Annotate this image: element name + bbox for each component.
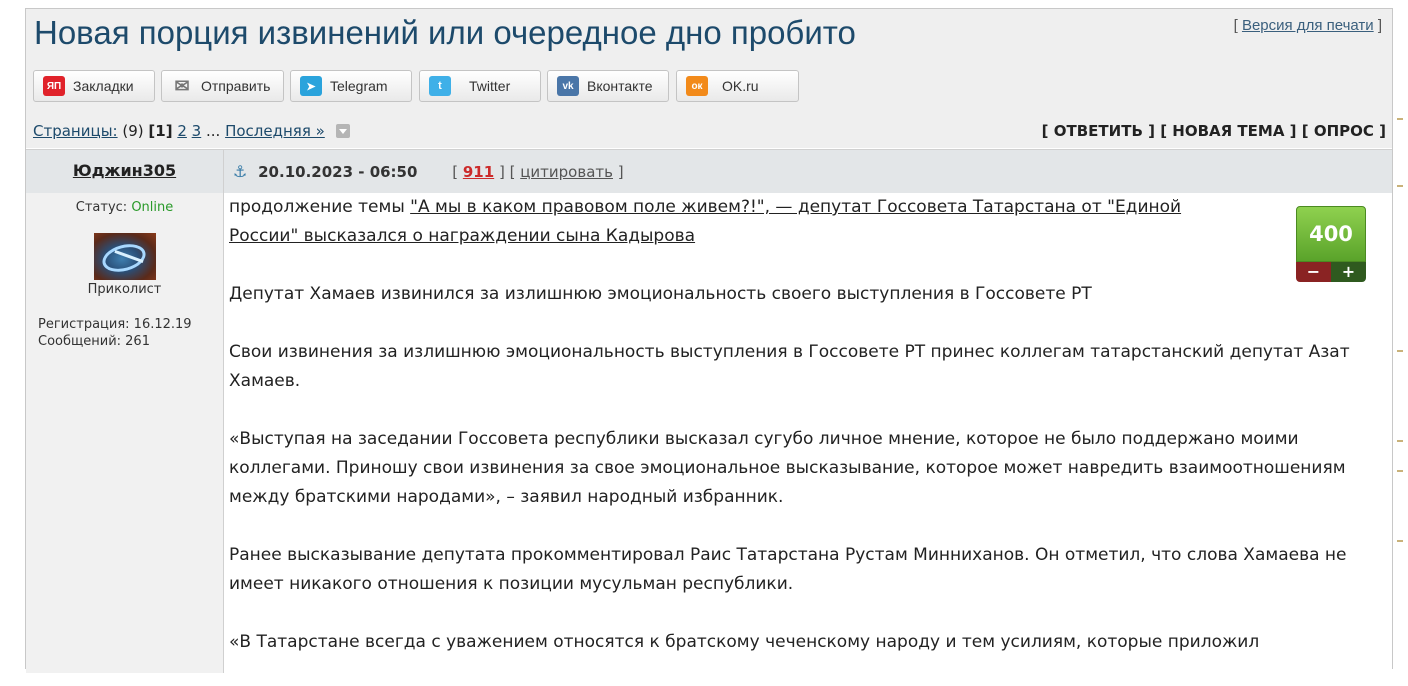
share-toolbar: ЯП Закладки ✉ Отправить ➤ Telegram t Twi… bbox=[26, 64, 1392, 121]
post-paragraph: «Выступая на заседании Госсовета республ… bbox=[229, 429, 1346, 507]
share-vk-button[interactable]: vk Вконтакте bbox=[547, 70, 669, 102]
poll-button[interactable]: ОПРОС bbox=[1314, 122, 1374, 140]
rating-value: 400 bbox=[1296, 206, 1366, 262]
share-label: Закладки bbox=[73, 78, 134, 94]
share-bookmarks-button[interactable]: ЯП Закладки bbox=[33, 70, 155, 102]
user-status: Статус: Online bbox=[26, 200, 223, 215]
share-label: Twitter bbox=[469, 78, 511, 94]
post-meta: ⚓ 20.10.2023 - 06:50 [ 911 ] [ цитироват… bbox=[233, 162, 624, 181]
vk-icon: vk bbox=[557, 76, 579, 96]
rating-minus-button[interactable]: − bbox=[1296, 262, 1331, 282]
page-link-3[interactable]: 3 bbox=[192, 122, 202, 140]
print-version-link[interactable]: Версия для печати bbox=[1242, 17, 1374, 34]
pagination: Страницы: (9) [1] 2 3 ... Последняя » bbox=[33, 122, 350, 140]
share-ok-button[interactable]: ок OK.ru bbox=[676, 70, 799, 102]
pages-count: (9) bbox=[122, 122, 144, 140]
status-label: Статус: bbox=[75, 200, 128, 215]
post-rating: 400 − + bbox=[1296, 206, 1366, 282]
message-count: Сообщений: 261 bbox=[38, 334, 150, 349]
side-strip bbox=[1393, 0, 1408, 662]
telegram-icon: ➤ bbox=[300, 76, 322, 96]
forum-topic-page: Новая порция извинений или очередное дно… bbox=[25, 8, 1393, 673]
pages-ellipsis: ... bbox=[206, 122, 221, 140]
avatar[interactable] bbox=[94, 233, 156, 280]
post-paragraph: Свои извинения за излишнюю эмоциональнос… bbox=[229, 342, 1350, 391]
post-intro: продолжение темы "А мы в каком правовом … bbox=[229, 193, 1229, 251]
strip-mark bbox=[1397, 440, 1403, 442]
topic-actions: [ ОТВЕТИТЬ ] [ НОВАЯ ТЕМА ] [ ОПРОС ] bbox=[1041, 122, 1386, 140]
quote-link[interactable]: цитировать bbox=[520, 163, 613, 181]
twitter-icon: t bbox=[429, 76, 451, 96]
envelope-icon: ✉ bbox=[174, 75, 190, 96]
last-page-link[interactable]: Последняя » bbox=[225, 122, 325, 140]
share-label: Отправить bbox=[201, 78, 271, 94]
strip-mark bbox=[1397, 118, 1403, 120]
intro-text: продолжение темы bbox=[229, 197, 411, 217]
pagination-bar: Страницы: (9) [1] 2 3 ... Последняя » [ … bbox=[26, 121, 1392, 148]
bracket: [ bbox=[1233, 17, 1238, 34]
topic-title: Новая порция извинений или очередное дно… bbox=[34, 14, 856, 51]
ok-icon: ок bbox=[686, 76, 708, 96]
print-version: [ Версия для печати ] bbox=[1234, 17, 1382, 34]
share-label: Вконтакте bbox=[587, 78, 653, 94]
status-value: Online bbox=[131, 200, 174, 215]
user-info-panel: Статус: Online Приколист Регистрация: 16… bbox=[26, 193, 224, 673]
share-label: Telegram bbox=[330, 78, 388, 94]
current-page: [1] bbox=[148, 122, 173, 140]
page-link-2[interactable]: 2 bbox=[177, 122, 187, 140]
strip-mark bbox=[1397, 350, 1403, 352]
registration-date: Регистрация: 16.12.19 bbox=[38, 317, 192, 332]
author-cell: Юджин305 bbox=[26, 150, 224, 193]
post-number-link[interactable]: 911 bbox=[463, 163, 494, 181]
share-label: OK.ru bbox=[722, 78, 759, 94]
rating-buttons: − + bbox=[1296, 262, 1366, 282]
post-date: 20.10.2023 - 06:50 bbox=[258, 163, 418, 181]
share-email-button[interactable]: ✉ Отправить bbox=[161, 70, 284, 102]
anchor-icon[interactable]: ⚓ bbox=[233, 162, 247, 181]
bracket: ] bbox=[1377, 17, 1382, 34]
reply-button[interactable]: ОТВЕТИТЬ bbox=[1054, 122, 1143, 140]
share-twitter-button[interactable]: t Twitter bbox=[419, 70, 541, 102]
author-name-link[interactable]: Юджин305 bbox=[26, 161, 223, 180]
user-stats: Регистрация: 16.12.19 Сообщений: 261 bbox=[38, 316, 192, 350]
post-paragraph: Ранее высказывание депутата прокомментир… bbox=[229, 545, 1347, 594]
post-body: продолжение темы "А мы в каком правовом … bbox=[229, 193, 1369, 686]
rating-plus-button[interactable]: + bbox=[1331, 262, 1366, 282]
share-telegram-button[interactable]: ➤ Telegram bbox=[290, 70, 412, 102]
dropdown-arrow-icon[interactable] bbox=[335, 123, 350, 138]
user-rank: Приколист bbox=[87, 282, 162, 297]
topic-header: Новая порция извинений или очередное дно… bbox=[26, 9, 1392, 64]
strip-mark bbox=[1397, 185, 1403, 187]
post-header: Юджин305 ⚓ 20.10.2023 - 06:50 [ 911 ] [ … bbox=[26, 149, 1392, 193]
post-paragraph: Депутат Хамаев извинился за излишнюю эмо… bbox=[229, 284, 1092, 304]
new-topic-button[interactable]: НОВАЯ ТЕМА bbox=[1172, 122, 1284, 140]
strip-mark bbox=[1397, 470, 1403, 472]
strip-mark bbox=[1397, 540, 1403, 542]
post-paragraph: «В Татарстане всегда с уважением относят… bbox=[229, 632, 1260, 652]
pages-label[interactable]: Страницы: bbox=[33, 122, 118, 140]
yandex-bookmarks-icon: ЯП bbox=[43, 76, 65, 96]
